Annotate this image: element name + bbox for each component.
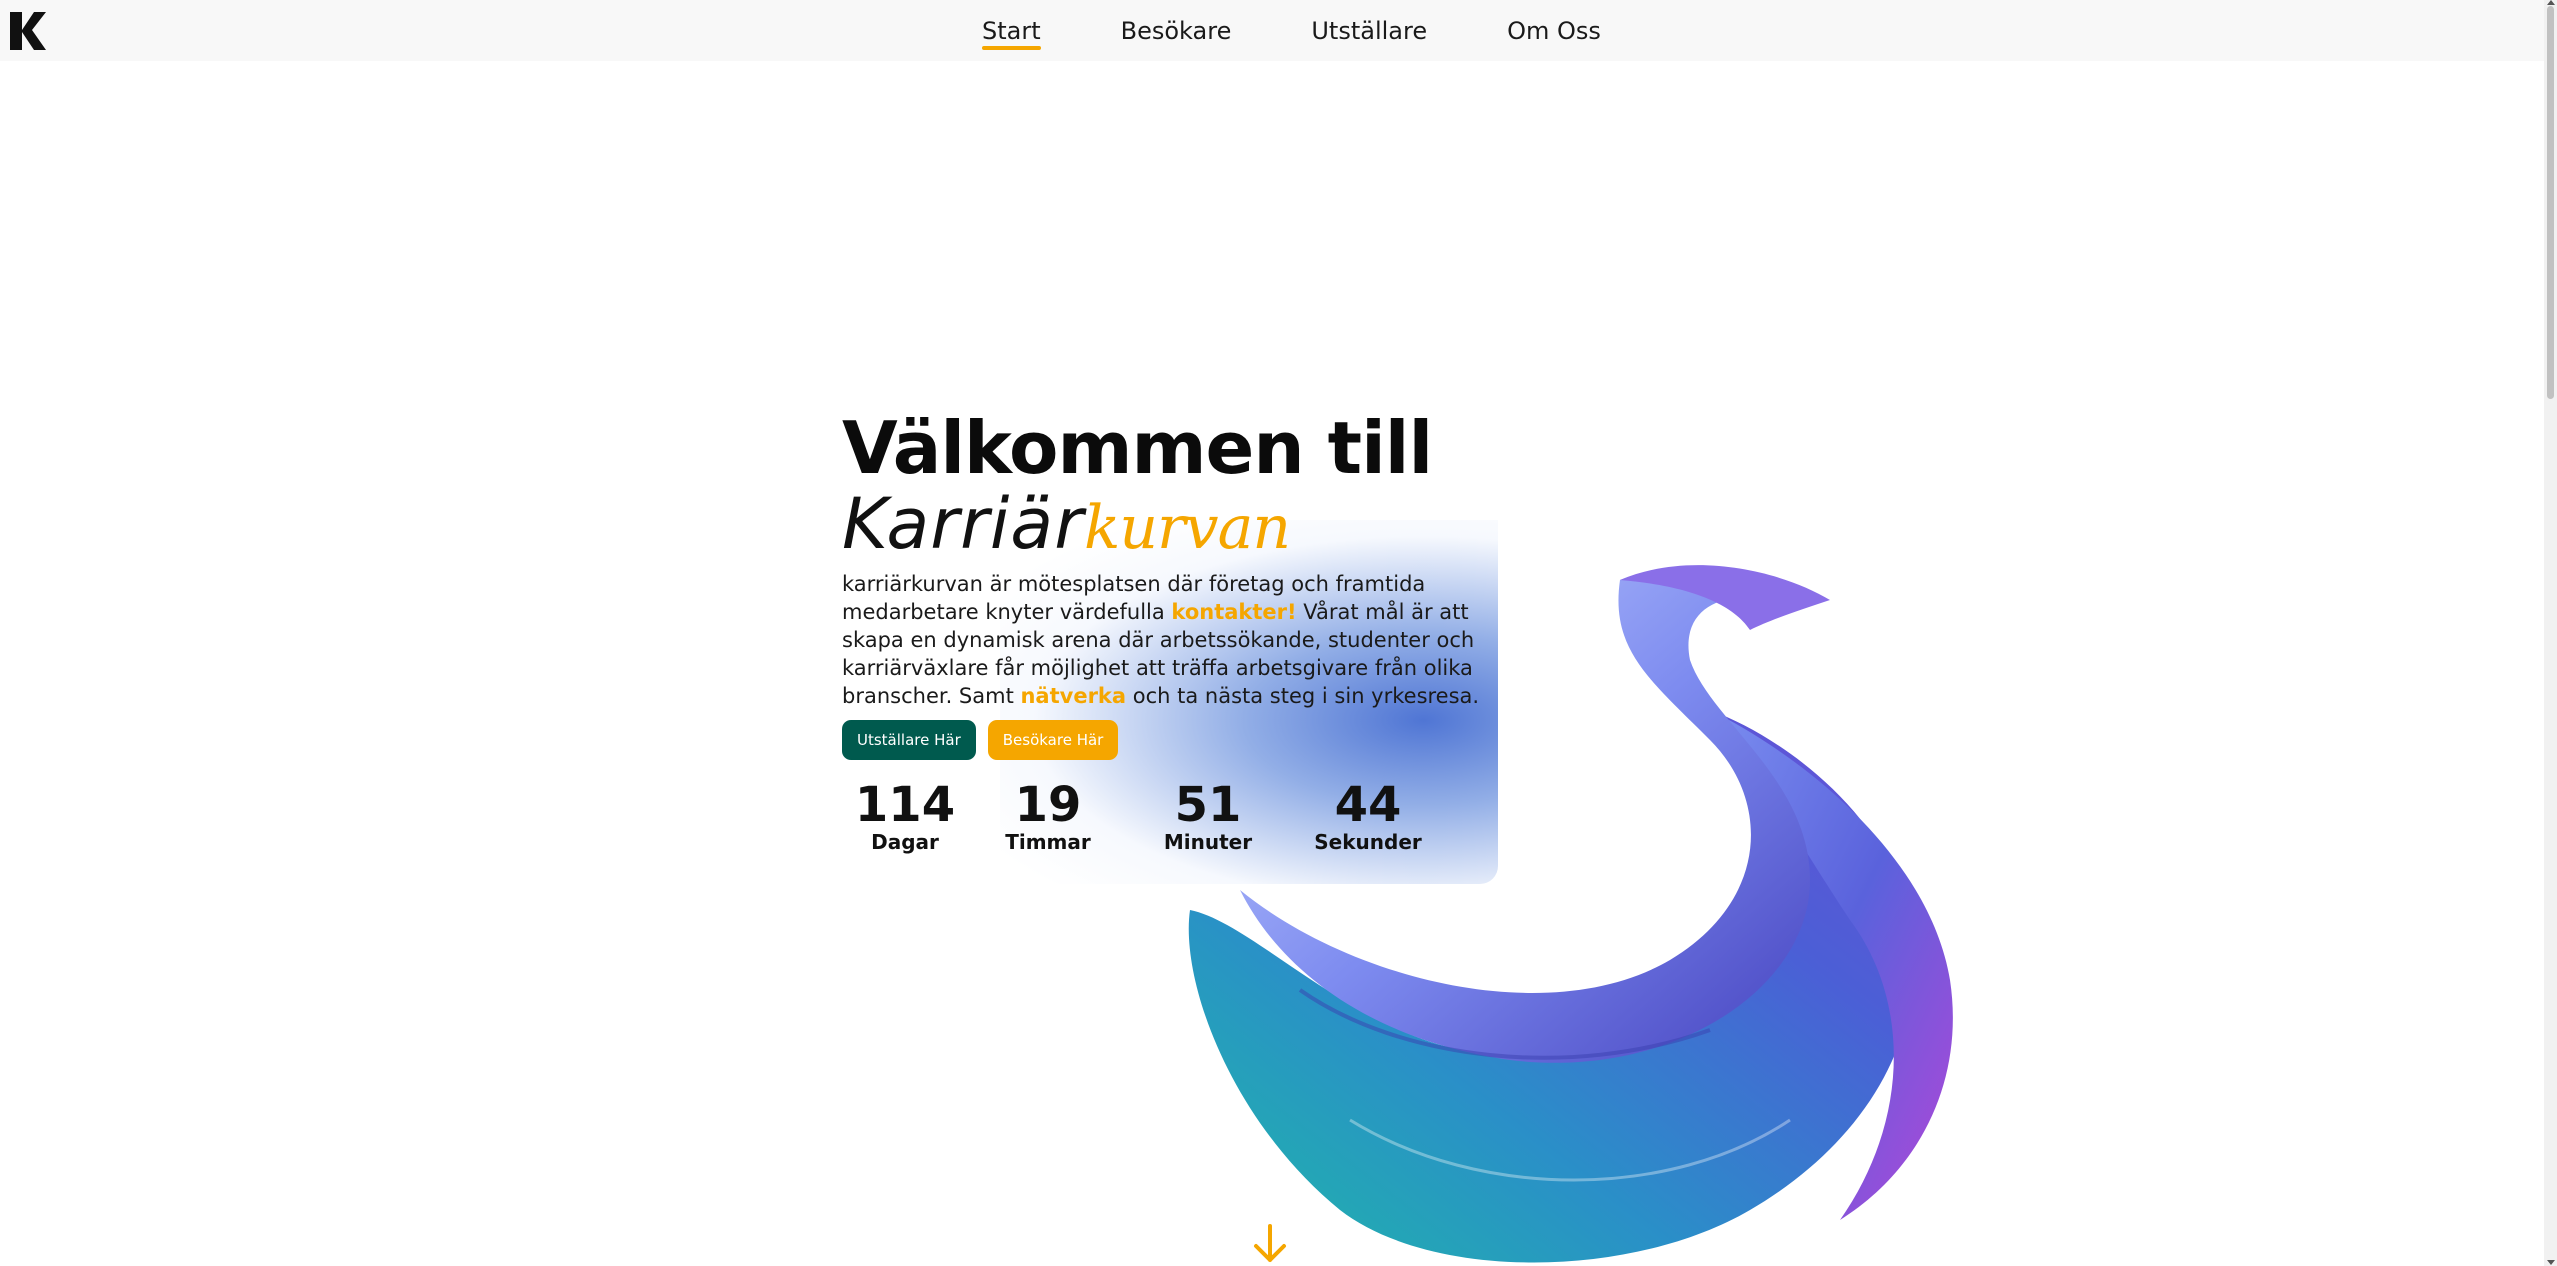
countdown-days-value: 114 — [854, 777, 956, 833]
k-logo-icon[interactable] — [8, 8, 48, 52]
desc-text-3: och ta nästa steg i sin yrkesresa. — [1126, 684, 1480, 708]
hero-subtitle-kurvan: kurvan — [1084, 493, 1291, 563]
nav-item-besokare[interactable]: Besökare — [1121, 17, 1232, 45]
scrollbar-thumb[interactable] — [2547, 6, 2554, 399]
countdown-days: 114 Dagar — [842, 780, 968, 854]
scrollbar[interactable] — [2544, 0, 2557, 1266]
countdown-minutes-label: Minuter — [1163, 830, 1253, 854]
countdown-seconds-label: Sekunder — [1314, 830, 1422, 854]
hero-title: Välkommen till — [842, 406, 1433, 490]
arrow-down-icon[interactable] — [1250, 1222, 1290, 1266]
countdown-hours-value: 19 — [1014, 777, 1082, 833]
exhibitor-button[interactable]: Utställare Här — [842, 720, 976, 760]
hero-buttons: Utställare Här Besökare Här — [842, 720, 1502, 760]
countdown-seconds-value: 44 — [1334, 777, 1402, 833]
nav-links: Start Besökare Utställare Om Oss — [982, 0, 1601, 61]
countdown-seconds: 44 Sekunder — [1288, 780, 1448, 854]
nav-item-om-oss[interactable]: Om Oss — [1507, 17, 1601, 45]
scroll-up-icon[interactable] — [2547, 0, 2555, 5]
hero-subtitle: Karriärkurvan — [842, 488, 1502, 564]
hero-description: karriärkurvan är mötesplatsen där företa… — [842, 570, 1482, 710]
nav-item-utstallare[interactable]: Utställare — [1311, 17, 1427, 45]
scroll-down-icon[interactable] — [2547, 1260, 2555, 1265]
countdown-minutes: 51 Minuter — [1128, 780, 1288, 854]
visitor-button[interactable]: Besökare Här — [987, 720, 1119, 760]
countdown-days-label: Dagar — [871, 830, 939, 854]
top-nav: Start Besökare Utställare Om Oss — [0, 0, 2544, 61]
desc-highlight-kontakter: kontakter! — [1171, 600, 1297, 624]
countdown-minutes-value: 51 — [1174, 777, 1242, 833]
countdown-timer: 114 Dagar 19 Timmar 51 Minuter 44 Sekund… — [842, 780, 1502, 854]
nav-item-start[interactable]: Start — [982, 17, 1041, 50]
countdown-hours: 19 Timmar — [968, 780, 1128, 854]
hero-section: Välkommen till Karriärkurvan karriärkurv… — [842, 408, 1502, 854]
countdown-hours-label: Timmar — [1005, 830, 1091, 854]
hero-subtitle-karriar: Karriär — [842, 483, 1084, 565]
desc-highlight-natverka: nätverka — [1020, 684, 1127, 708]
